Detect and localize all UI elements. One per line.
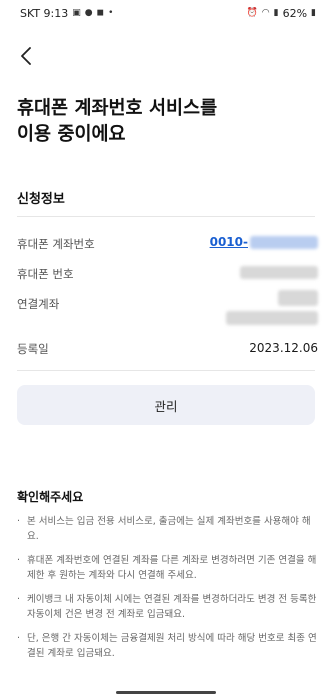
dot-icon: •	[108, 8, 114, 18]
back-button[interactable]	[12, 42, 40, 70]
status-right: ⏰ ◠ ▮ 62% ▮	[247, 7, 316, 20]
manage-button[interactable]: 관리	[17, 385, 315, 425]
value-phone-account[interactable]: 0010-	[210, 235, 318, 249]
alarm-icon: ⏰	[246, 8, 258, 18]
battery-level: 62%	[282, 6, 308, 20]
value-registered-date: 2023.12.06	[249, 341, 318, 355]
label-registered-date: 등록일	[17, 342, 49, 356]
masked-bank-name	[278, 290, 318, 306]
page-title-line1: 휴대폰 계좌번호 서비스를	[17, 98, 218, 119]
notice-item: 휴대폰 계좌번호에 연결된 계좌를 다른 계좌로 변경하려면 기존 연결을 해제…	[17, 553, 317, 583]
battery-icon: ▮	[311, 8, 316, 18]
masked-phone-number	[240, 266, 318, 279]
notice-item: 케이뱅크 내 자동이체 시에는 연결된 계좌를 변경하더라도 변경 전 등록한 …	[17, 592, 317, 622]
value-linked-account	[226, 290, 318, 325]
notice-item: 본 서비스는 입금 전용 서비스로, 출금에는 실제 계좌번호를 사용해야 해요…	[17, 514, 317, 544]
masked-linked-account	[226, 311, 318, 325]
masked-account-number	[250, 235, 318, 249]
home-indicator[interactable]	[116, 691, 216, 694]
gallery-icon: ▣	[72, 8, 81, 18]
info-bottom-divider	[17, 370, 315, 371]
info-section-title: 신청정보	[17, 192, 65, 207]
notice-item: 단, 은행 간 자동이체는 금융결제원 처리 방식에 따라 해당 번호로 최종 …	[17, 631, 317, 661]
section-divider	[17, 216, 315, 217]
notice-list: 본 서비스는 입금 전용 서비스로, 출금에는 실제 계좌번호를 사용해야 해요…	[17, 514, 317, 670]
label-phone-number: 휴대폰 번호	[17, 267, 74, 281]
label-phone-account: 휴대폰 계좌번호	[17, 237, 95, 251]
status-left: SKT 9:13 ▣ ● ◼ •	[20, 7, 113, 20]
talk-icon: ◼	[96, 8, 105, 18]
notice-title: 확인해주세요	[17, 490, 84, 504]
wifi-icon: ◠	[261, 8, 270, 18]
status-bar: SKT 9:13 ▣ ● ◼ • ⏰ ◠ ▮ 62% ▮	[0, 0, 332, 26]
carrier-time: SKT 9:13	[20, 6, 69, 20]
value-phone-number	[240, 266, 318, 282]
phone-account-prefix: 0010-	[209, 235, 248, 249]
label-linked-account: 연결계좌	[17, 297, 60, 311]
chevron-left-icon	[21, 47, 31, 65]
signal-icon: ▮	[273, 8, 279, 18]
page-title-line2: 이용 중이에요	[17, 124, 126, 145]
message-icon: ●	[84, 8, 93, 18]
page-title: 휴대폰 계좌번호 서비스를 이용 중이에요	[17, 96, 317, 148]
